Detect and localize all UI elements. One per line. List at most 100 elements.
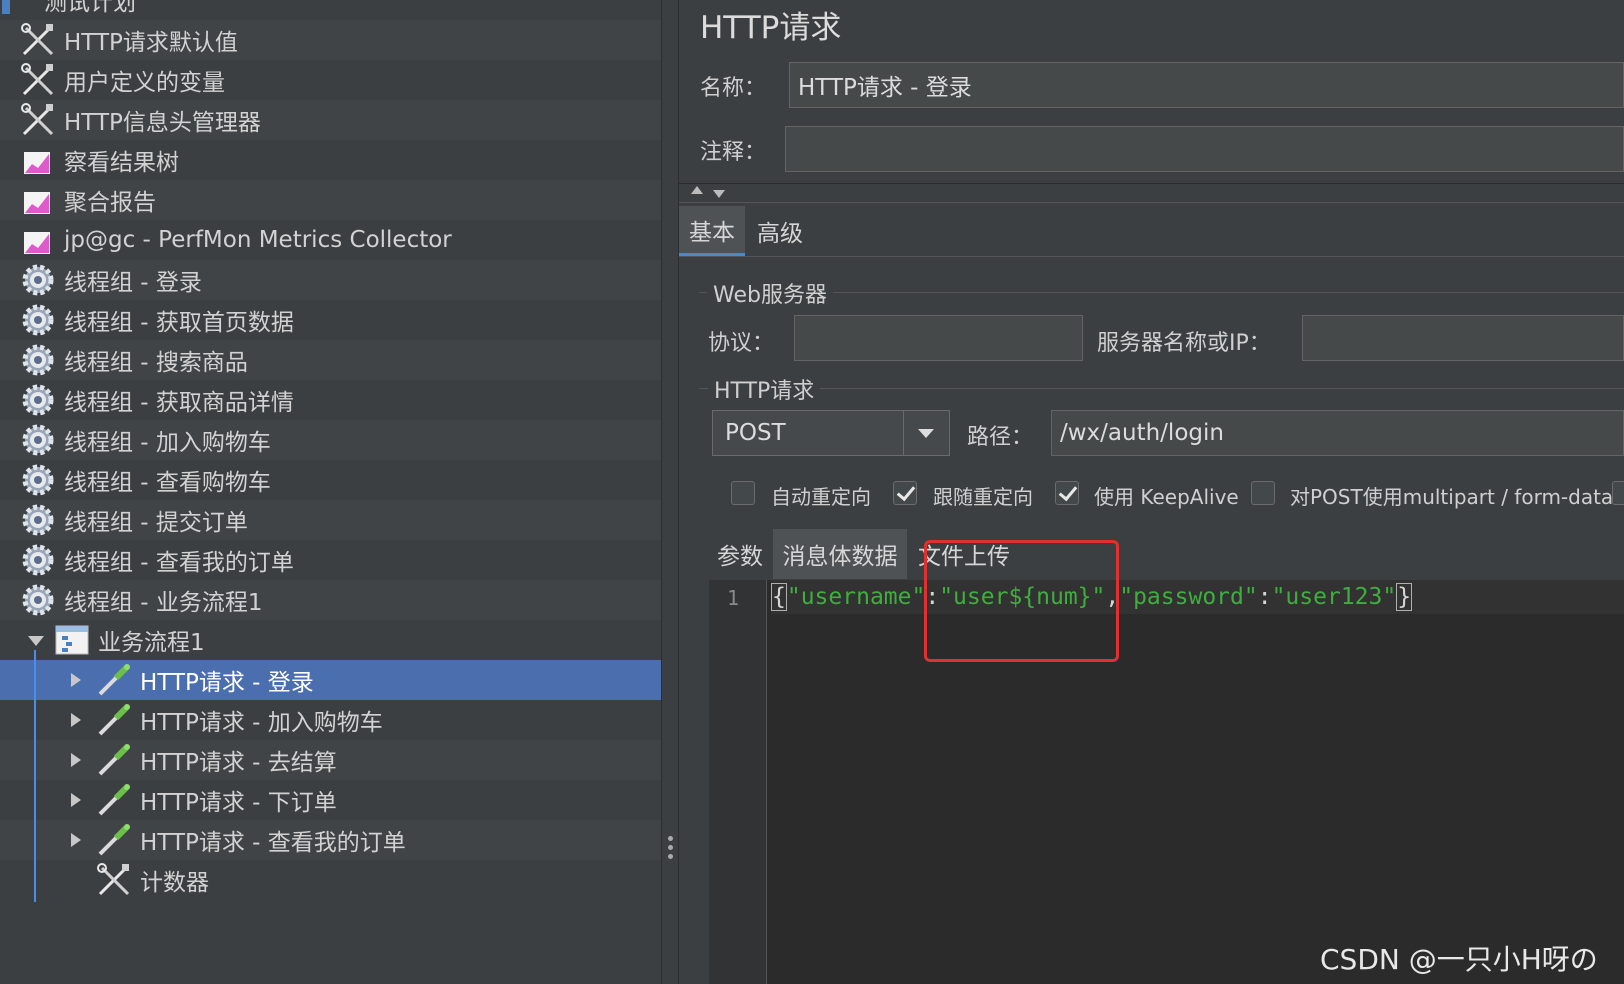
tree-item-label: 线程组 - 查看购物车: [64, 470, 271, 496]
config-tools-icon: [20, 62, 56, 98]
watermark: CSDN @一只小H呀の: [1320, 943, 1598, 976]
expand-right-icon[interactable]: [68, 752, 82, 768]
tree-item[interactable]: HTTP请求 - 下订单: [0, 780, 661, 820]
listener-chart-icon: [20, 142, 56, 178]
divider: [679, 202, 1624, 203]
expand-right-icon[interactable]: [68, 672, 82, 688]
tree-item[interactable]: 线程组 - 搜索商品: [0, 340, 661, 380]
chevron-down-icon[interactable]: [903, 411, 949, 455]
tree-item[interactable]: 线程组 - 提交订单: [0, 500, 661, 540]
tree-item[interactable]: HTTP请求 - 查看我的订单: [0, 820, 661, 860]
auto-redirect-label: 自动重定向: [771, 485, 871, 509]
protocol-input[interactable]: [794, 315, 1083, 361]
expand-right-icon[interactable]: [68, 832, 82, 848]
tree-item-label: 聚合报告: [64, 190, 156, 216]
name-label: 名称：: [700, 76, 767, 101]
tree-item-label: 线程组 - 提交订单: [64, 510, 248, 536]
tree-item-label: 线程组 - 获取首页数据: [64, 310, 294, 336]
listener-chart-icon: [20, 182, 56, 218]
http-sampler-pipette-icon: [96, 822, 132, 858]
config-tools-icon: [96, 862, 132, 898]
config-tools-icon: [20, 22, 56, 58]
tree-item-label: 线程组 - 查看我的订单: [64, 550, 294, 576]
tree-item-label: 业务流程1: [98, 630, 205, 656]
tree-item[interactable]: 聚合报告: [0, 180, 661, 220]
tree-item[interactable]: 线程组 - 业务流程1: [0, 580, 661, 620]
tree-item-label: HTTP请求 - 查看我的订单: [140, 830, 406, 856]
tab-advanced[interactable]: 高级: [749, 206, 811, 256]
auto-redirect-checkbox[interactable]: [731, 481, 755, 505]
tree-item-label: HTTP请求 - 下订单: [140, 790, 337, 816]
thread-group-gear-icon: [20, 342, 56, 378]
drag-dots-icon: [668, 836, 673, 863]
tab-parameters[interactable]: 参数: [713, 529, 767, 579]
brace-close: }: [1396, 583, 1413, 611]
tree-item[interactable]: 计数器: [0, 860, 661, 900]
test-plan-tree[interactable]: 测试计划 HTTP请求默认值用户定义的变量 HTTP信息头管理器 察看结果树聚合报告 j…: [0, 0, 661, 984]
server-input[interactable]: [1302, 315, 1624, 361]
tree-item[interactable]: 线程组 - 登录: [0, 260, 661, 300]
path-label: 路径：: [967, 425, 1034, 450]
expand-right-icon[interactable]: [68, 792, 82, 808]
highlight-annotation-box: [924, 540, 1119, 662]
config-tools-icon: [20, 102, 56, 138]
http-sampler-pipette-icon: [96, 662, 132, 698]
tree-guide-line: [34, 650, 36, 902]
tree-item[interactable]: 线程组 - 查看我的订单: [0, 540, 661, 580]
json-key-password: "password": [1119, 584, 1258, 610]
tree-item-label: 线程组 - 加入购物车: [64, 430, 271, 456]
test-plan-icon: [0, 0, 36, 18]
transaction-controller-icon: [54, 622, 90, 658]
expand-right-icon[interactable]: [68, 712, 82, 728]
tree-item[interactable]: HTTP请求 - 加入购物车: [0, 700, 661, 740]
collapse-down-icon[interactable]: [713, 190, 725, 198]
method-select[interactable]: POST: [712, 410, 950, 456]
tab-body-data[interactable]: 消息体数据: [773, 529, 907, 579]
thread-group-gear-icon: [20, 462, 56, 498]
tree-item[interactable]: jp@gc - PerfMon Metrics Collector: [0, 220, 661, 260]
tree-item-label: HTTP请求 - 登录: [140, 670, 314, 696]
colon: :: [1257, 584, 1272, 610]
tree-item[interactable]: 测试计划: [0, 0, 661, 20]
code-line[interactable]: {"username":"user${num}","password":"use…: [771, 580, 1624, 614]
http-request-group-title: HTTP请求: [708, 373, 821, 405]
expand-down-icon[interactable]: [28, 632, 44, 648]
listener-chart-icon: [20, 222, 56, 258]
follow-redirect-checkbox[interactable]: [893, 481, 917, 505]
path-input[interactable]: /wx/auth/login: [1051, 410, 1624, 456]
multipart-checkbox[interactable]: [1251, 481, 1275, 505]
tree-item-label: 线程组 - 登录: [64, 270, 202, 296]
tree-item[interactable]: 察看结果树: [0, 140, 661, 180]
tree-item[interactable]: 用户定义的变量: [0, 60, 661, 100]
tab-basic[interactable]: 基本: [679, 206, 745, 256]
comment-input[interactable]: [785, 126, 1624, 172]
extra-checkbox[interactable]: [1612, 481, 1624, 505]
http-sampler-pipette-icon: [96, 742, 132, 778]
web-server-group-title: Web服务器: [707, 277, 833, 309]
tree-item[interactable]: 线程组 - 获取商品详情: [0, 380, 661, 420]
keepalive-checkbox[interactable]: [1055, 481, 1079, 505]
body-data-editor[interactable]: 1 {"username":"user${num}","password":"u…: [709, 580, 1624, 984]
collapse-up-icon[interactable]: [691, 186, 703, 194]
tree-item[interactable]: 线程组 - 查看购物车: [0, 460, 661, 500]
thread-group-gear-icon: [20, 542, 56, 578]
thread-group-gear-icon: [20, 502, 56, 538]
tree-item-label: 线程组 - 搜索商品: [64, 350, 248, 376]
http-request-panel: HTTP请求 名称： HTTP请求 - 登录 注释： 基本 高级 Web服务器 …: [679, 0, 1624, 984]
tree-item[interactable]: HTTP请求 - 登录: [0, 660, 661, 700]
tree-item-label: 线程组 - 获取商品详情: [64, 390, 294, 416]
tree-item[interactable]: 业务流程1: [0, 620, 661, 660]
name-input[interactable]: HTTP请求 - 登录: [789, 62, 1624, 108]
tree-item-label: 测试计划: [44, 0, 136, 16]
line-number: 1: [727, 586, 740, 610]
tree-item[interactable]: HTTP请求默认值: [0, 20, 661, 60]
tree-item-label: 用户定义的变量: [64, 70, 225, 96]
keepalive-label: 使用 KeepAlive: [1094, 485, 1239, 509]
tree-item[interactable]: HTTP信息头管理器: [0, 100, 661, 140]
tree-item[interactable]: 线程组 - 获取首页数据: [0, 300, 661, 340]
tree-item[interactable]: HTTP请求 - 去结算: [0, 740, 661, 780]
tree-item[interactable]: 线程组 - 加入购物车: [0, 420, 661, 460]
splitter-handle[interactable]: [661, 0, 679, 984]
group-border: [699, 292, 1624, 293]
tree-item-label: 线程组 - 业务流程1: [64, 590, 263, 616]
